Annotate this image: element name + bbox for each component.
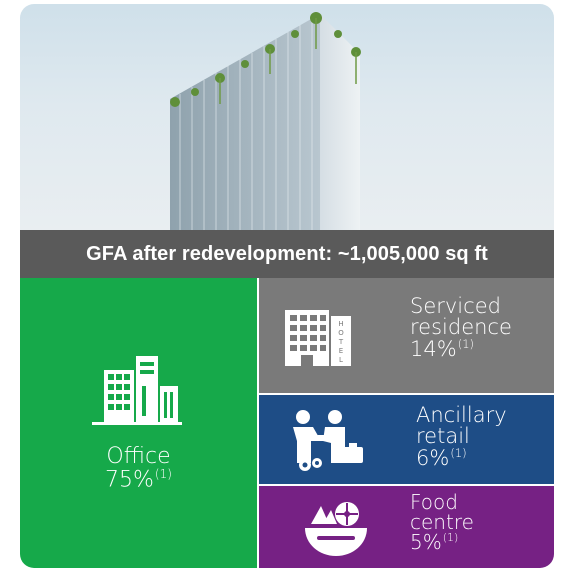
- food-percent: 5%(1): [410, 530, 459, 554]
- retail-label: Ancillary retail 6%(1): [416, 403, 507, 471]
- hotel-icon: H O T E L: [285, 310, 351, 366]
- office-name: Office: [106, 444, 171, 469]
- svg-text:H: H: [338, 320, 343, 328]
- serviced-name-line1: Serviced: [410, 294, 501, 318]
- gfa-card: GFA after redevelopment: ~1,005,000 sq f…: [20, 4, 554, 568]
- food-bowl-icon: [305, 502, 367, 556]
- handshake-icon: [293, 410, 363, 471]
- serviced-label: Serviced residence 14%(1): [410, 294, 512, 362]
- office-footnote: (1): [154, 467, 173, 481]
- svg-text:L: L: [339, 356, 343, 364]
- food-label: Food centre 5%(1): [410, 492, 474, 553]
- ancillary-retail-tile: Ancillary retail 6%(1): [259, 395, 554, 484]
- building-photo: [20, 4, 554, 230]
- svg-text:E: E: [339, 347, 343, 355]
- food-name-line1: Food: [410, 490, 458, 514]
- serviced-footnote: (1): [457, 337, 475, 351]
- retail-percent: 6%(1): [416, 446, 467, 471]
- gfa-banner: GFA after redevelopment: ~1,005,000 sq f…: [20, 230, 554, 278]
- tower-illustration: [170, 12, 361, 230]
- serviced-name-line2: residence: [410, 315, 512, 339]
- office-tile: Office 75%(1): [20, 278, 257, 568]
- office-label: Office 75%(1): [20, 446, 257, 492]
- food-centre-tile: Food centre 5%(1): [259, 486, 554, 568]
- office-buildings-icon: [92, 356, 182, 425]
- retail-name-line1: Ancillary: [416, 403, 507, 427]
- serviced-residence-tile: H O T E L Serviced residence 14%(1): [259, 278, 554, 393]
- office-percent: 75%(1): [104, 467, 173, 493]
- serviced-percent: 14%(1): [410, 337, 475, 362]
- retail-footnote: (1): [450, 446, 467, 460]
- svg-text:T: T: [338, 338, 344, 346]
- gfa-title: GFA after redevelopment: ~1,005,000 sq f…: [86, 242, 488, 265]
- svg-text:O: O: [338, 329, 344, 337]
- food-name-line2: centre: [410, 510, 474, 534]
- food-footnote: (1): [442, 531, 459, 545]
- retail-name-line2: retail: [416, 424, 470, 448]
